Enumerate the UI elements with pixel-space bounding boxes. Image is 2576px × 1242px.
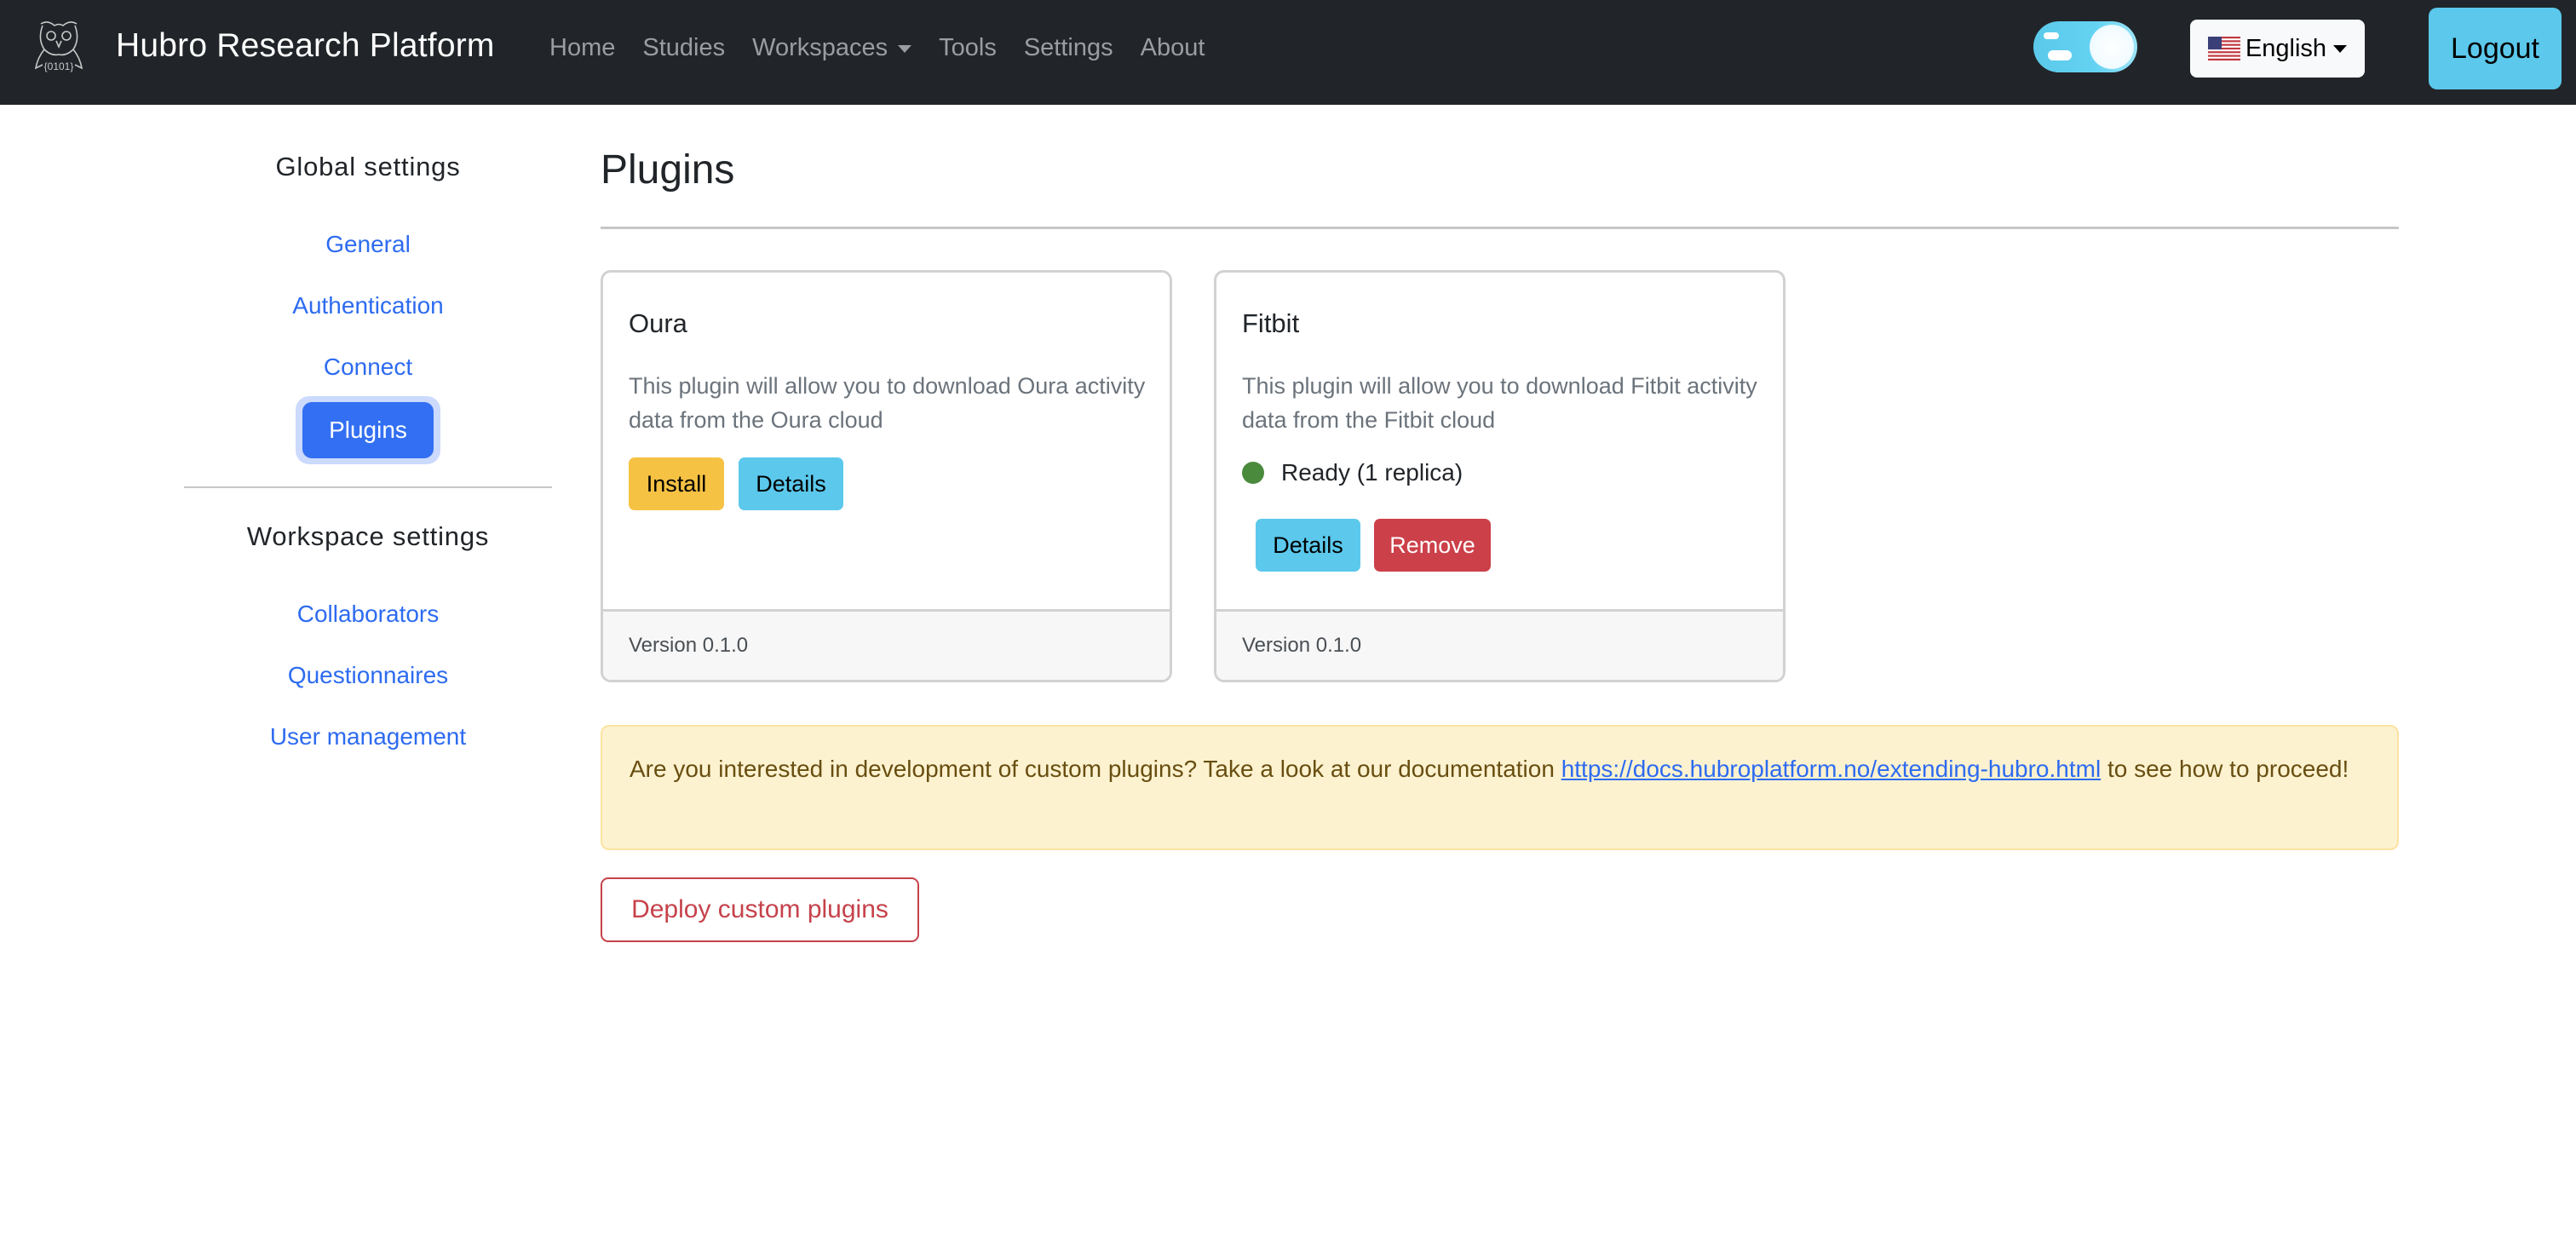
nav-workspaces-label: Workspaces bbox=[752, 34, 888, 61]
plugin-status: Ready (1 replica) bbox=[1242, 459, 1463, 486]
alert-text-after: to see how to proceed! bbox=[2101, 756, 2349, 782]
nav-studies-label: Studies bbox=[642, 34, 726, 61]
owl-logo-icon[interactable]: {0101} bbox=[29, 15, 89, 82]
sidebar-item-general[interactable]: General bbox=[184, 231, 552, 258]
nav-settings[interactable]: Settings bbox=[1024, 34, 1113, 62]
version-label: Version 0.1.0 bbox=[1242, 634, 1362, 657]
version-label: Version 0.1.0 bbox=[629, 634, 749, 657]
us-flag-icon bbox=[2207, 37, 2240, 60]
sidebar-item-authentication[interactable]: Authentication bbox=[184, 292, 552, 319]
docs-link[interactable]: https://docs.hubroplatform.no/extending-… bbox=[1561, 756, 2101, 782]
plugin-version: Version 0.1.0 bbox=[603, 609, 1170, 680]
nav-about[interactable]: About bbox=[1141, 34, 1205, 62]
sidebar-item-plugins[interactable]: Plugins bbox=[302, 402, 434, 458]
sidebar-divider bbox=[184, 486, 552, 488]
details-button[interactable]: Details bbox=[1256, 519, 1360, 572]
status-text: Ready (1 replica) bbox=[1281, 459, 1463, 486]
sidebar-item-collaborators[interactable]: Collaborators bbox=[184, 601, 552, 628]
sidebar-item-plugins-focus-ring: Plugins bbox=[296, 396, 440, 464]
install-button[interactable]: Install bbox=[629, 457, 724, 510]
top-navbar: {0101} Hubro Research Platform Home Stud… bbox=[0, 0, 2576, 105]
caret-down-icon bbox=[2333, 44, 2348, 53]
sidebar-item-user-management[interactable]: User management bbox=[184, 723, 552, 750]
sidebar-item-questionnaires[interactable]: Questionnaires bbox=[184, 662, 552, 689]
status-ready-icon bbox=[1242, 462, 1264, 484]
nav-tools-label: Tools bbox=[939, 34, 997, 61]
main-nav: Home Studies Workspaces Tools Settings A… bbox=[549, 34, 1232, 62]
nav-settings-label: Settings bbox=[1023, 34, 1113, 61]
nav-home[interactable]: Home bbox=[549, 34, 615, 62]
brand-title[interactable]: Hubro Research Platform bbox=[116, 27, 495, 65]
plugin-card-oura: Oura This plugin will allow you to downl… bbox=[601, 270, 1172, 682]
details-button[interactable]: Details bbox=[739, 457, 843, 510]
logout-button[interactable]: Logout bbox=[2429, 8, 2562, 89]
custom-plugins-alert: Are you interested in development of cus… bbox=[601, 725, 2399, 850]
toggle-knob bbox=[2090, 25, 2134, 69]
global-settings-heading: Global settings bbox=[275, 152, 461, 181]
plugin-description: This plugin will allow you to download F… bbox=[1242, 373, 1757, 433]
alert-text-before: Are you interested in development of cus… bbox=[630, 756, 1561, 782]
language-dropdown[interactable]: English bbox=[2190, 20, 2365, 78]
remove-button[interactable]: Remove bbox=[1374, 519, 1491, 572]
cloud-icon bbox=[2048, 50, 2072, 60]
nav-studies[interactable]: Studies bbox=[642, 34, 725, 62]
sidebar-item-connect[interactable]: Connect bbox=[184, 354, 552, 381]
plugin-name: Oura bbox=[629, 308, 687, 338]
deploy-custom-plugins-button[interactable]: Deploy custom plugins bbox=[601, 877, 919, 942]
caret-down-icon bbox=[898, 45, 912, 53]
plugin-version: Version 0.1.0 bbox=[1216, 609, 1783, 680]
plugin-description: This plugin will allow you to download O… bbox=[629, 373, 1146, 433]
nav-workspaces-dropdown[interactable]: Workspaces bbox=[752, 34, 912, 62]
page-title: Plugins bbox=[601, 147, 735, 193]
title-divider bbox=[601, 227, 2399, 229]
cloud-icon bbox=[2044, 32, 2059, 39]
nav-about-label: About bbox=[1140, 34, 1205, 61]
nav-tools[interactable]: Tools bbox=[939, 34, 997, 62]
theme-toggle[interactable] bbox=[2033, 21, 2137, 72]
nav-home-label: Home bbox=[549, 34, 616, 61]
svg-text:{0101}: {0101} bbox=[44, 60, 74, 72]
plugin-card-fitbit: Fitbit This plugin will allow you to dow… bbox=[1214, 270, 1785, 682]
workspace-settings-heading: Workspace settings bbox=[246, 521, 490, 551]
language-label: English bbox=[2245, 34, 2327, 62]
plugin-name: Fitbit bbox=[1242, 308, 1300, 338]
